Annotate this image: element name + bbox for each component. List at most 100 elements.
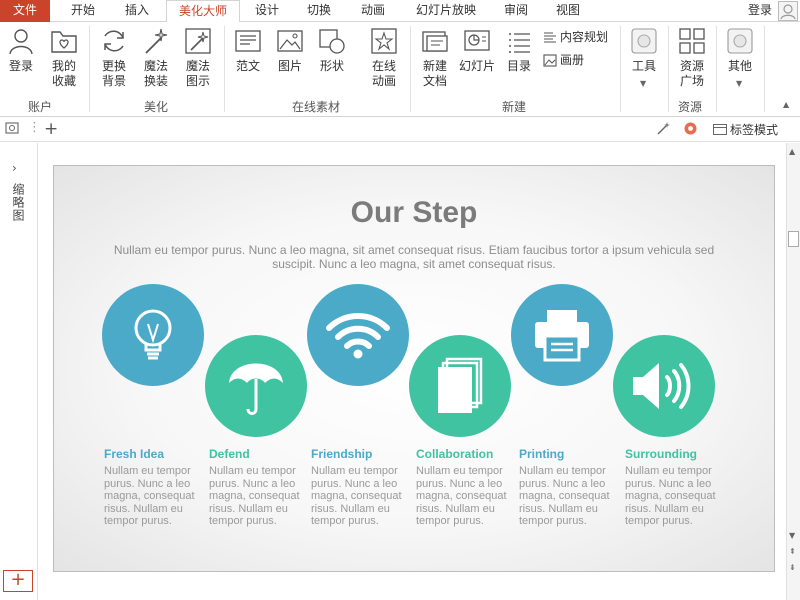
animation-star-icon <box>371 28 397 54</box>
other-dropdown-arrow[interactable]: ▼ <box>736 79 742 88</box>
online-animation-button[interactable]: 在线 动画 <box>366 26 402 89</box>
scroll-up-arrow[interactable]: ▲ <box>789 147 795 156</box>
tools-label: 工具 <box>631 59 656 73</box>
picture-icon <box>277 30 303 52</box>
magic-tool-icon[interactable] <box>656 121 671 140</box>
tab-review[interactable]: 审阅 <box>494 0 538 22</box>
previous-slide-arrow[interactable]: ⇞ <box>789 547 796 556</box>
login-button-label: 登录 <box>8 59 33 73</box>
online-animation-label: 在线 动画 <box>371 59 396 88</box>
slide-canvas[interactable]: Our Step Nullam eu tempor purus. Nunc a … <box>53 165 775 572</box>
vertical-scrollbar[interactable]: ▲ ▼ ⇞ ⇟ <box>786 143 800 600</box>
thumbnail-panel: › 缩略图 + <box>0 143 38 600</box>
shape-label: 形状 <box>319 59 344 73</box>
login-button[interactable]: 登录 <box>4 26 38 74</box>
ribbon-separator <box>764 26 765 112</box>
change-background-button[interactable]: 更换 背景 <box>96 26 132 89</box>
new-document-button[interactable]: 新建 文档 <box>416 26 454 89</box>
tab-design[interactable]: 设计 <box>244 0 290 22</box>
tab-file[interactable]: 文件 <box>0 0 50 22</box>
step-circle-fresh-idea[interactable] <box>102 284 204 386</box>
other-button[interactable]: 其他 <box>722 26 758 74</box>
wifi-icon <box>326 313 390 359</box>
magic-diagram-icon <box>185 28 211 54</box>
login-link[interactable]: 登录 <box>748 0 772 20</box>
expand-panel-chevron-icon[interactable]: › <box>12 161 17 175</box>
ribbon-separator <box>89 26 90 112</box>
scrollbar-thumb[interactable] <box>788 231 799 247</box>
tab-slideshow[interactable]: 幻灯片放映 <box>404 0 488 22</box>
step-title-fresh-idea[interactable]: Fresh Idea <box>104 447 164 461</box>
step-text-printing[interactable]: Nullam eu tempor purus. Nunc a leo magna… <box>519 465 615 528</box>
mark-mode-button[interactable]: 标签模式 <box>712 121 778 138</box>
album-button[interactable]: 画册 <box>543 52 584 68</box>
favorites-button-label: 我的 收藏 <box>51 59 76 88</box>
step-text-fresh-idea[interactable]: Nullam eu tempor purus. Nunc a leo magna… <box>104 465 200 528</box>
drag-handle-icon[interactable]: ⋮ <box>28 120 41 135</box>
ribbon-collapse-arrow[interactable]: ▲ <box>783 100 789 109</box>
picture-button[interactable]: 图片 <box>272 26 308 74</box>
slide-subtitle[interactable]: Nullam eu tempor purus. Nunc a leo magna… <box>109 243 719 271</box>
add-tab-icon[interactable]: + <box>44 119 58 139</box>
picture-label: 图片 <box>277 59 302 73</box>
new-document-icon <box>422 31 448 52</box>
step-circle-friendship[interactable] <box>307 284 409 386</box>
resource-square-button[interactable]: 资源 广场 <box>674 26 710 89</box>
thumbnail-panel-label[interactable]: 缩略图 <box>10 183 27 222</box>
lightbulb-icon <box>134 309 172 360</box>
magic-diagram-button[interactable]: 魔法 图示 <box>180 26 216 89</box>
ribbon-separator <box>410 26 411 112</box>
step-text-friendship[interactable]: Nullam eu tempor purus. Nunc a leo magna… <box>311 465 407 528</box>
step-circle-collaboration[interactable] <box>409 335 511 437</box>
mark-mode-label: 标签模式 <box>729 123 778 137</box>
step-title-printing[interactable]: Printing <box>519 447 564 461</box>
slide-title[interactable]: Our Step <box>54 196 774 230</box>
step-title-friendship[interactable]: Friendship <box>311 447 372 461</box>
scroll-down-arrow[interactable]: ▼ <box>789 531 795 540</box>
shape-icon <box>319 29 345 54</box>
slide-view-icon[interactable] <box>5 121 19 139</box>
step-text-surrounding[interactable]: Nullam eu tempor purus. Nunc a leo magna… <box>625 465 721 528</box>
umbrella-icon <box>229 363 283 415</box>
template-button[interactable]: 范文 <box>230 26 266 74</box>
quick-toolbar: ⋮ + 标签模式 <box>0 118 800 142</box>
tab-view[interactable]: 视图 <box>546 0 590 22</box>
group-label-online: 在线素材 <box>292 100 341 114</box>
content-plan-button[interactable]: 内容规划 <box>543 29 608 45</box>
printer-icon <box>535 310 589 362</box>
magic-swap-button[interactable]: 魔法 换装 <box>138 26 174 89</box>
template-icon <box>235 30 261 52</box>
tab-transitions[interactable]: 切换 <box>296 0 342 22</box>
tab-beautify-master[interactable]: 美化大师 <box>166 0 240 23</box>
step-text-defend[interactable]: Nullam eu tempor purus. Nunc a leo magna… <box>209 465 305 528</box>
step-title-defend[interactable]: Defend <box>209 447 250 461</box>
step-title-collaboration[interactable]: Collaboration <box>416 447 493 461</box>
tab-animations[interactable]: 动画 <box>350 0 396 22</box>
content-plan-icon <box>544 32 556 43</box>
group-label-beautify: 美化 <box>144 100 169 114</box>
tools-dropdown-arrow[interactable]: ▼ <box>640 79 646 88</box>
new-slide-button[interactable]: 幻灯片 <box>458 26 496 74</box>
step-text-collaboration[interactable]: Nullam eu tempor purus. Nunc a leo magna… <box>416 465 512 528</box>
step-circle-surrounding[interactable] <box>613 335 715 437</box>
template-label: 范文 <box>235 59 260 73</box>
album-label: 画册 <box>560 53 585 67</box>
user-avatar[interactable] <box>778 1 798 21</box>
toc-button[interactable]: 目录 <box>502 26 536 74</box>
step-circle-defend[interactable] <box>205 335 307 437</box>
mark-mode-icon <box>712 124 727 135</box>
shape-button[interactable]: 形状 <box>314 26 350 74</box>
group-label-account: 账户 <box>28 100 53 114</box>
tab-insert[interactable]: 插入 <box>112 0 162 22</box>
favorites-button[interactable]: 我的 收藏 <box>44 26 84 89</box>
tools-button[interactable]: 工具 <box>626 26 662 74</box>
next-slide-arrow[interactable]: ⇟ <box>789 563 796 572</box>
speaker-icon <box>633 363 691 409</box>
step-title-surrounding[interactable]: Surrounding <box>625 447 697 461</box>
magic-diagram-label: 魔法 图示 <box>185 59 210 88</box>
step-circle-printing[interactable] <box>511 284 613 386</box>
add-slide-button[interactable]: + <box>3 570 33 592</box>
ribbon-separator <box>668 26 669 112</box>
tab-home[interactable]: 开始 <box>58 0 108 22</box>
flower-settings-icon[interactable] <box>683 121 698 140</box>
